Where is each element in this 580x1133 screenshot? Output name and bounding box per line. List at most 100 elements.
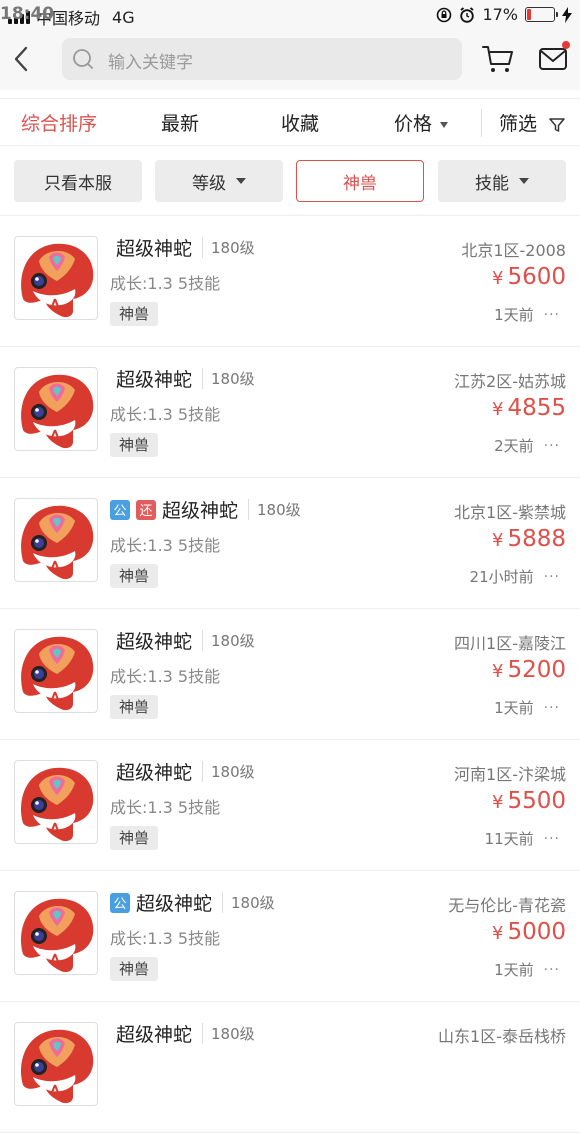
snake-icon <box>21 1029 94 1104</box>
category-tag: 神兽 <box>110 302 159 326</box>
tab-price[interactable]: 价格 <box>394 109 449 136</box>
pet-name: 超级神蛇 <box>136 893 213 915</box>
pet-level: 180级 <box>222 892 275 913</box>
pet-attributes: 成长:1.3 5技能 <box>110 536 221 555</box>
search-input[interactable]: 输入关键字 <box>62 38 462 80</box>
server-name: 四川1区-嘉陵江 <box>454 634 566 653</box>
price: ¥5500 <box>492 788 566 814</box>
message-button[interactable] <box>538 41 570 74</box>
pet-level: 180级 <box>248 499 301 520</box>
tab-comprehensive-sort[interactable]: 综合排序 <box>21 109 97 136</box>
product-list: 超级神蛇 180级 成长:1.3 5技能 神兽 北京1区-2008 ¥5600 … <box>0 216 580 1133</box>
snake-icon <box>21 636 94 711</box>
filter-this-server[interactable]: 只看本服 <box>14 160 142 202</box>
listing-time: 11天前 <box>484 830 534 848</box>
price-value: 5200 <box>507 657 566 683</box>
server-name: 无与伦比-青花瓷 <box>448 896 566 915</box>
server-name: 河南1区-汴梁城 <box>454 765 566 784</box>
list-item[interactable]: 超级神蛇 180级 成长:1.3 5技能 神兽 四川1区-嘉陵江 ¥5200 1… <box>0 609 580 740</box>
divider <box>481 109 482 137</box>
pet-avatar <box>14 629 98 713</box>
more-options-icon[interactable]: ··· <box>544 700 560 716</box>
tab-filter[interactable]: 筛选 <box>499 109 565 136</box>
more-options-icon[interactable]: ··· <box>544 831 560 847</box>
cart-icon[interactable] <box>482 44 514 74</box>
charging-icon <box>562 6 572 23</box>
caret-down-icon <box>440 121 449 128</box>
list-item[interactable]: 超级神蛇 180级 山东1区-泰岳栈桥 <box>0 1002 580 1133</box>
price-value: 5600 <box>507 264 566 290</box>
snake-icon <box>21 898 94 973</box>
category-tag: 神兽 <box>110 564 159 588</box>
currency-symbol: ¥ <box>492 923 504 944</box>
tab-label: 收藏 <box>281 113 320 135</box>
chip-label: 只看本服 <box>44 173 112 194</box>
pet-name: 超级神蛇 <box>116 631 193 653</box>
more-options-icon[interactable]: ··· <box>544 307 560 323</box>
header: 输入关键字 <box>0 30 580 90</box>
tab-label: 最新 <box>161 113 200 135</box>
tab-favorites[interactable]: 收藏 <box>281 109 319 136</box>
pet-level: 180级 <box>202 368 255 389</box>
battery-icon <box>525 7 558 22</box>
listing-time: 21小时前 <box>469 568 534 586</box>
snake-icon <box>21 374 94 449</box>
pet-name: 超级神蛇 <box>116 762 193 784</box>
list-item[interactable]: 公 超级神蛇 180级 成长:1.3 5技能 神兽 无与伦比-青花瓷 ¥5000… <box>0 871 580 1002</box>
pet-attributes: 成长:1.3 5技能 <box>110 405 221 424</box>
caret-down-icon <box>236 178 246 184</box>
server-name: 北京1区-2008 <box>461 241 566 260</box>
tab-newest[interactable]: 最新 <box>161 109 199 136</box>
pet-avatar <box>14 498 98 582</box>
tab-label: 筛选 <box>499 113 538 135</box>
category-tag: 神兽 <box>110 826 159 850</box>
snake-icon <box>21 243 94 318</box>
orientation-lock-icon <box>437 7 452 22</box>
list-item[interactable]: 超级神蛇 180级 成长:1.3 5技能 神兽 江苏2区-姑苏城 ¥4855 2… <box>0 347 580 478</box>
price: ¥5200 <box>492 657 566 683</box>
filter-bar: 只看本服 等级 神兽 技能 <box>0 146 580 216</box>
price: ¥5888 <box>492 526 566 552</box>
pet-avatar <box>14 1022 98 1106</box>
category-tag: 神兽 <box>110 695 159 719</box>
list-item[interactable]: 公还 超级神蛇 180级 成长:1.3 5技能 神兽 北京1区-紫禁城 ¥588… <box>0 478 580 609</box>
listing-time: 1天前 <box>494 961 534 979</box>
sort-bar: 综合排序 最新 收藏 价格 筛选 <box>0 98 580 146</box>
currency-symbol: ¥ <box>492 399 504 420</box>
back-icon[interactable] <box>10 44 34 74</box>
filter-level[interactable]: 等级 <box>155 160 283 202</box>
pet-avatar <box>14 891 98 975</box>
price: ¥4855 <box>492 395 566 421</box>
public-badge: 公 <box>110 499 130 520</box>
server-name: 北京1区-紫禁城 <box>454 503 566 522</box>
pet-avatar <box>14 367 98 451</box>
more-options-icon[interactable]: ··· <box>544 962 560 978</box>
search-icon <box>73 49 93 69</box>
public-badge: 公 <box>110 892 130 913</box>
currency-symbol: ¥ <box>492 268 504 289</box>
more-options-icon[interactable]: ··· <box>544 438 560 454</box>
server-name: 江苏2区-姑苏城 <box>454 372 566 391</box>
price-value: 4855 <box>507 395 566 421</box>
pet-level: 180级 <box>202 761 255 782</box>
filter-skill[interactable]: 技能 <box>438 160 566 202</box>
currency-symbol: ¥ <box>492 661 504 682</box>
filter-divine-beast[interactable]: 神兽 <box>296 160 424 202</box>
price-value: 5888 <box>507 526 566 552</box>
list-item[interactable]: 超级神蛇 180级 成长:1.3 5技能 神兽 北京1区-2008 ¥5600 … <box>0 216 580 347</box>
pet-avatar <box>14 760 98 844</box>
list-item[interactable]: 超级神蛇 180级 成长:1.3 5技能 神兽 河南1区-汴梁城 ¥5500 1… <box>0 740 580 871</box>
category-tag: 神兽 <box>110 433 159 457</box>
pet-avatar <box>14 236 98 320</box>
chip-label: 等级 <box>192 173 226 194</box>
search-placeholder: 输入关键字 <box>108 53 193 73</box>
more-options-icon[interactable]: ··· <box>544 569 560 585</box>
pet-attributes: 成长:1.3 5技能 <box>110 798 221 817</box>
notification-dot <box>562 41 570 49</box>
currency-symbol: ¥ <box>492 792 504 813</box>
listing-time: 2天前 <box>494 437 534 455</box>
chip-label: 技能 <box>475 173 509 194</box>
filter-icon <box>549 117 565 132</box>
status-bar: 中国移动 4G 18:40 17% <box>0 0 580 30</box>
pet-level: 180级 <box>202 1023 255 1044</box>
